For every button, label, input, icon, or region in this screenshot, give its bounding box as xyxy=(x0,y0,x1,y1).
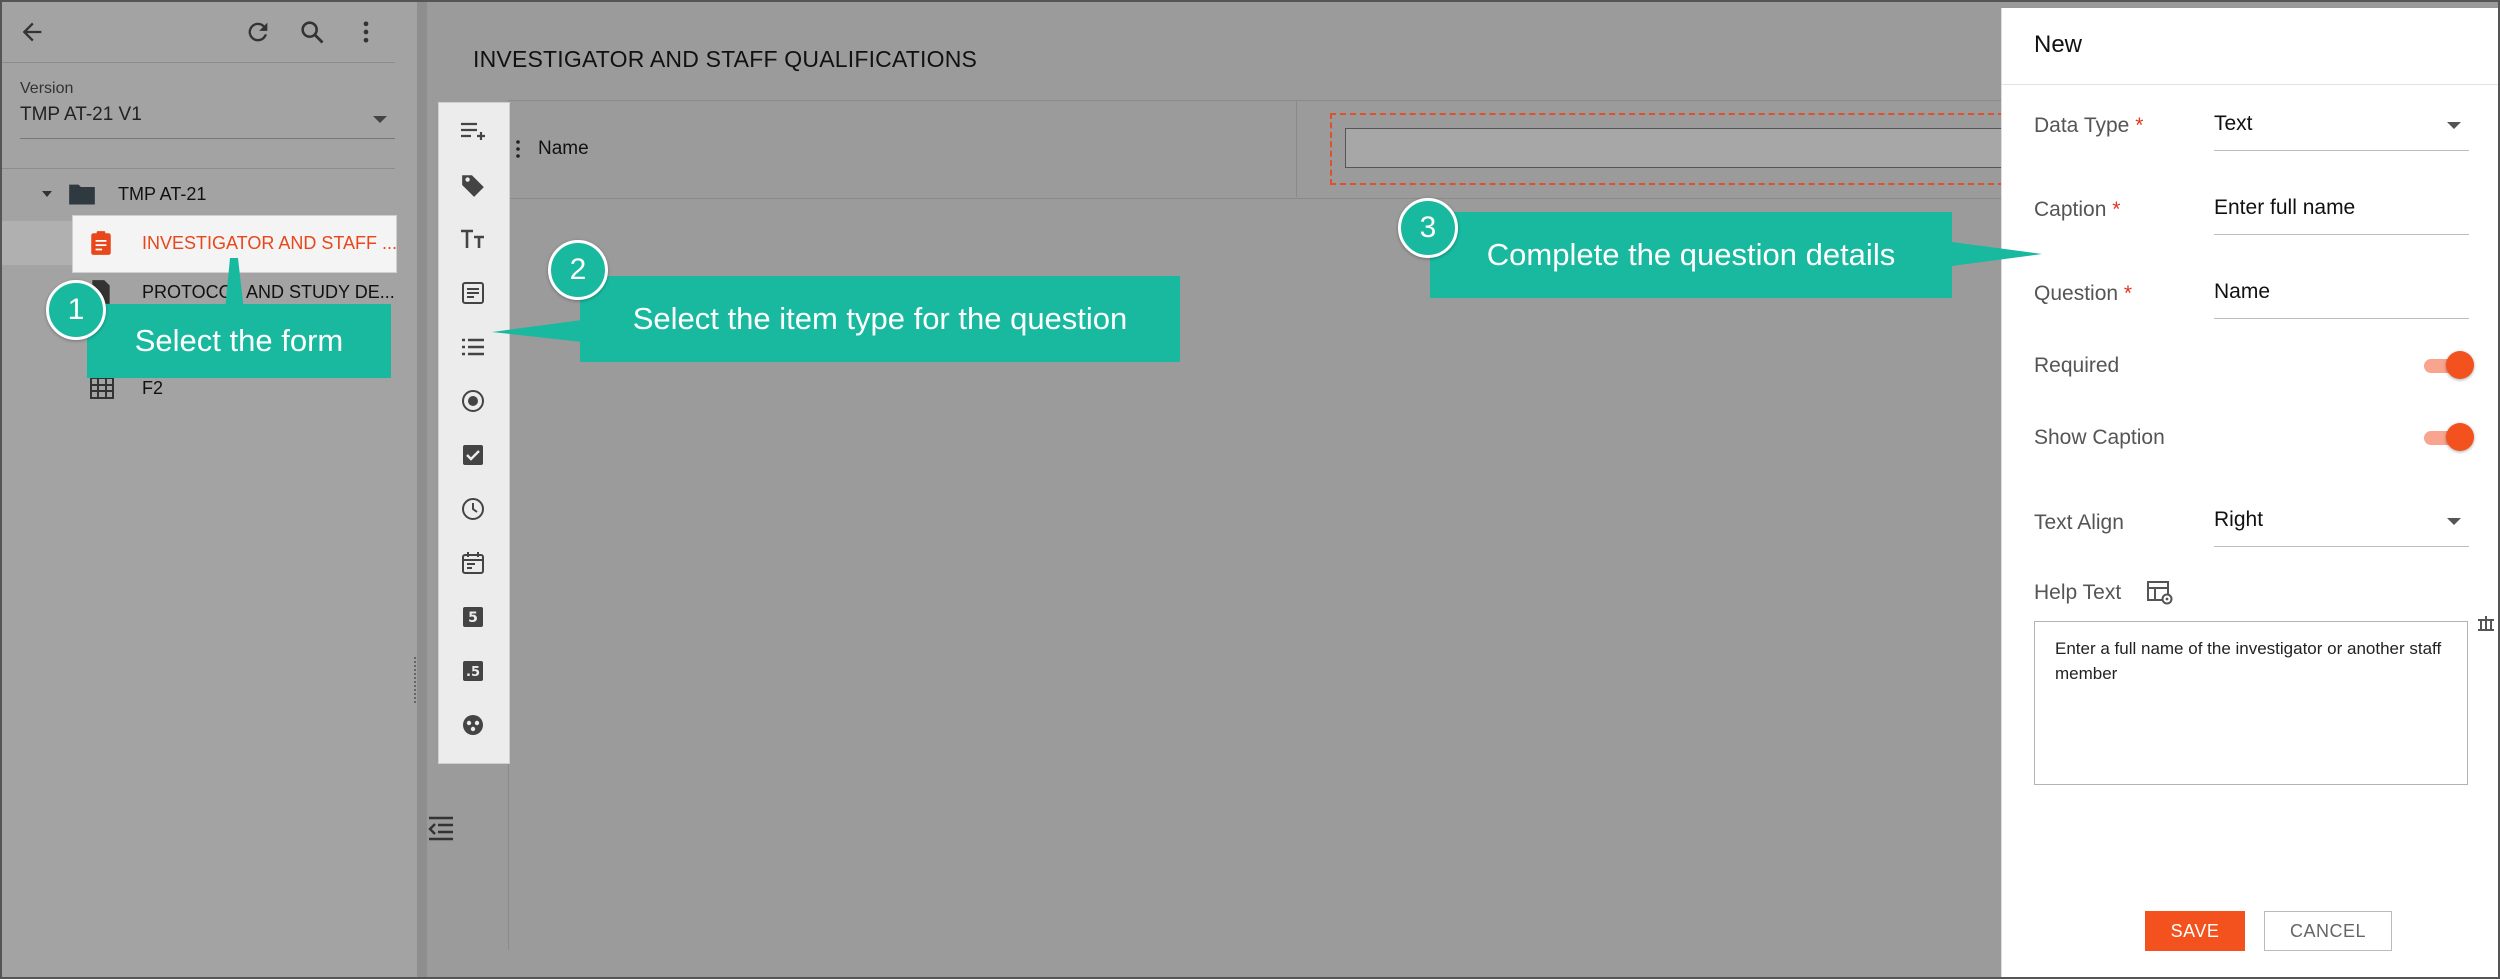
callout-3-text: Complete the question details xyxy=(1486,237,1896,272)
callout-pointers xyxy=(224,242,2042,342)
callout-1-number: 1 xyxy=(46,280,106,340)
app-window: Version TMP AT-21 V1 TMP AT-21 INVESTIGA… xyxy=(0,0,2500,979)
callout-2-box: Select the item type for the question xyxy=(580,276,1180,362)
callout-2-pointer xyxy=(492,320,582,342)
callout-1-box: Select the form xyxy=(87,304,391,378)
callout-3-pointer xyxy=(1952,242,2042,266)
callout-3-number: 3 xyxy=(1398,198,1458,258)
callout-3-box: Complete the question details xyxy=(1430,212,1952,298)
callout-2-text: Select the item type for the question xyxy=(632,301,1128,336)
callout-2-number: 2 xyxy=(548,240,608,300)
callout-1-text: Select the form xyxy=(134,323,344,358)
